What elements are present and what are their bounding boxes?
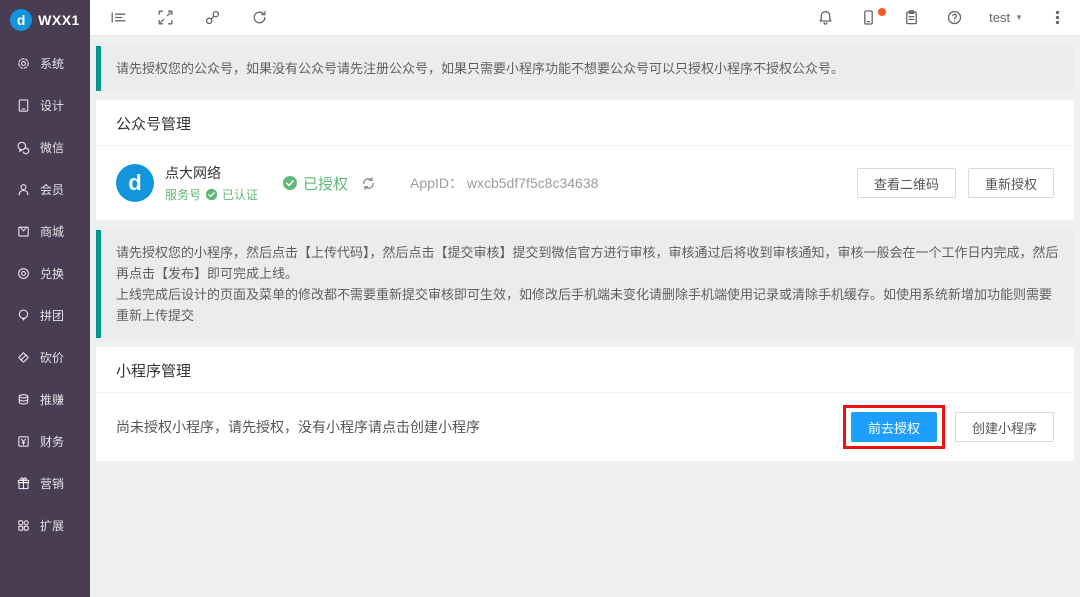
- marketing-icon: [16, 476, 31, 491]
- mall-icon: [16, 224, 31, 239]
- verified-label: 已认证: [222, 186, 258, 203]
- appid-field: AppID： wxcb5df7f5c8c34638: [410, 173, 598, 193]
- main-area: test ▼ 请先授权您的公众号，如果没有公众号请先注册公众号，如果只需要小程序…: [90, 0, 1080, 597]
- sidebar-item-commission[interactable]: 推赚: [0, 378, 90, 420]
- wechat-icon: [16, 140, 31, 155]
- exchange-icon: [16, 266, 31, 281]
- authorization-status: 已授权: [282, 173, 376, 194]
- finance-icon: [16, 434, 31, 449]
- annotation-highlight-box: 前去授权: [843, 405, 945, 449]
- design-icon: [16, 98, 31, 113]
- notice-line-1: 请先授权您的小程序，然后点击【上传代码】，然后点击【提交审核】提交到微信官方进行…: [116, 242, 1059, 284]
- card-title: 小程序管理: [96, 347, 1074, 393]
- collapse-menu-icon[interactable]: [110, 9, 127, 26]
- app-title: WXX1: [38, 12, 80, 28]
- notification-dot: [878, 8, 886, 16]
- brand-icon: d: [10, 9, 32, 31]
- sidebar-item-system[interactable]: 系统: [0, 42, 90, 84]
- refresh-icon[interactable]: [251, 9, 268, 26]
- clipboard-icon[interactable]: [903, 9, 920, 26]
- sidebar-item-label: 微信: [40, 139, 64, 156]
- sidebar-item-label: 商城: [40, 223, 64, 240]
- sidebar-menu: 系统 设计 微信 会员 商城 兑换: [0, 42, 90, 546]
- account-name: 点大网络: [165, 163, 258, 183]
- mobile-preview-icon[interactable]: [860, 9, 877, 26]
- extension-icon: [16, 518, 31, 533]
- official-account-notice: 请先授权您的公众号，如果没有公众号请先注册公众号，如果只需要小程序功能不想要公众…: [96, 46, 1074, 91]
- app-window: d WXX1 系统 设计 微信 会员 商城: [0, 0, 1080, 597]
- account-type-label: 服务号: [165, 186, 201, 203]
- appid-label: AppID：: [410, 175, 463, 191]
- gear-icon: [16, 56, 31, 71]
- user-name: test: [989, 10, 1010, 25]
- sync-icon[interactable]: [361, 176, 376, 191]
- miniprogram-row: 尚未授权小程序，请先授权，没有小程序请点击创建小程序 前去授权 创建小程序: [96, 393, 1074, 461]
- account-info: 点大网络 服务号 已认证: [165, 163, 258, 203]
- sidebar-item-label: 设计: [40, 97, 64, 114]
- sidebar-item-marketing[interactable]: 营销: [0, 462, 90, 504]
- miniprogram-actions: 前去授权 创建小程序: [843, 405, 1054, 449]
- sidebar-item-wechat[interactable]: 微信: [0, 126, 90, 168]
- user-dropdown[interactable]: test ▼: [989, 10, 1023, 25]
- member-icon: [16, 182, 31, 197]
- reauthorize-button[interactable]: 重新授权: [968, 168, 1054, 198]
- miniprogram-card: 小程序管理 尚未授权小程序，请先授权，没有小程序请点击创建小程序 前去授权 创建…: [96, 347, 1074, 461]
- sidebar-item-label: 财务: [40, 433, 64, 450]
- fullscreen-icon[interactable]: [157, 9, 174, 26]
- view-qrcode-button[interactable]: 查看二维码: [857, 168, 956, 198]
- miniprogram-notice: 请先授权您的小程序，然后点击【上传代码】，然后点击【提交审核】提交到微信官方进行…: [96, 230, 1074, 338]
- chevron-down-icon: ▼: [1015, 13, 1023, 22]
- sidebar-item-groupbuy[interactable]: 拼团: [0, 294, 90, 336]
- card-title: 公众号管理: [96, 100, 1074, 146]
- sidebar-item-design[interactable]: 设计: [0, 84, 90, 126]
- sidebar-item-label: 系统: [40, 55, 64, 72]
- notification-bell-icon[interactable]: [817, 9, 834, 26]
- sidebar-item-exchange[interactable]: 兑换: [0, 252, 90, 294]
- content-area: 请先授权您的公众号，如果没有公众号请先注册公众号，如果只需要小程序功能不想要公众…: [90, 36, 1080, 597]
- sidebar-item-label: 会员: [40, 181, 64, 198]
- authorized-check-icon: [282, 175, 298, 191]
- link-icon[interactable]: [204, 9, 221, 26]
- official-card-actions: 查看二维码 重新授权: [857, 168, 1054, 198]
- app-logo[interactable]: d WXX1: [0, 0, 90, 40]
- account-avatar: d: [116, 164, 154, 202]
- bargain-icon: [16, 350, 31, 365]
- commission-icon: [16, 392, 31, 407]
- topbar-right-icons: test ▼: [817, 9, 1066, 26]
- sidebar-item-label: 砍价: [40, 349, 64, 366]
- sidebar-item-finance[interactable]: 财务: [0, 420, 90, 462]
- sidebar-item-extension[interactable]: 扩展: [0, 504, 90, 546]
- miniprogram-empty-text: 尚未授权小程序，请先授权，没有小程序请点击创建小程序: [116, 417, 480, 437]
- verified-check-icon: [205, 188, 218, 201]
- sidebar-item-bargain[interactable]: 砍价: [0, 336, 90, 378]
- sidebar-item-label: 扩展: [40, 517, 64, 534]
- notice-line-2: 上线完成后设计的页面及菜单的修改都不需要重新提交审核即可生效，如修改后手机端未变…: [116, 284, 1059, 326]
- sidebar: d WXX1 系统 设计 微信 会员 商城: [0, 0, 90, 597]
- sidebar-item-label: 推赚: [40, 391, 64, 408]
- official-account-row: d 点大网络 服务号 已认证: [96, 146, 1074, 220]
- appid-value: wxcb5df7f5c8c34638: [467, 175, 599, 191]
- topbar: test ▼: [90, 0, 1080, 36]
- help-icon[interactable]: [946, 9, 963, 26]
- account-sub-info: 服务号 已认证: [165, 186, 258, 203]
- notice-text: 请先授权您的公众号，如果没有公众号请先注册公众号，如果只需要小程序功能不想要公众…: [116, 61, 844, 76]
- go-authorize-button[interactable]: 前去授权: [851, 412, 937, 442]
- authorized-label: 已授权: [303, 173, 348, 194]
- groupbuy-icon: [16, 308, 31, 323]
- sidebar-item-member[interactable]: 会员: [0, 168, 90, 210]
- sidebar-item-label: 拼团: [40, 307, 64, 324]
- sidebar-item-mall[interactable]: 商城: [0, 210, 90, 252]
- sidebar-item-label: 兑换: [40, 265, 64, 282]
- topbar-left-icons: [110, 9, 268, 26]
- create-miniprogram-button[interactable]: 创建小程序: [955, 412, 1054, 442]
- more-menu-icon[interactable]: [1049, 9, 1066, 26]
- sidebar-item-label: 营销: [40, 475, 64, 492]
- official-account-card: 公众号管理 d 点大网络 服务号 已认证: [96, 100, 1074, 220]
